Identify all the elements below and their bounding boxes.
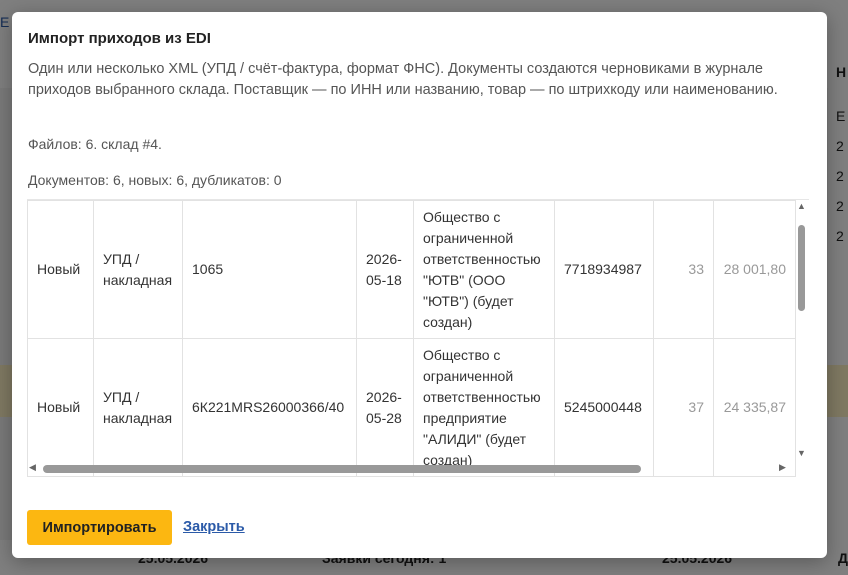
- lines-count-cell: 37: [653, 338, 714, 477]
- scroll-up-arrow-icon[interactable]: ▲: [797, 201, 806, 211]
- vertical-scrollbar[interactable]: ▲ ▼: [794, 199, 809, 462]
- doc-type-cell: УПД / накладная: [93, 200, 183, 339]
- table-row[interactable]: Новый УПД / накладная 1065 2026-05-18 Об…: [27, 200, 796, 339]
- status-cell: Новый: [27, 338, 94, 477]
- status-cell: Новый: [27, 200, 94, 339]
- sum-cell: 24 335,87: [713, 338, 796, 477]
- scroll-down-arrow-icon[interactable]: ▼: [797, 448, 806, 458]
- horizontal-scroll-thumb[interactable]: [43, 465, 641, 473]
- documents-table: Новый УПД / накладная 1065 2026-05-18 Об…: [27, 200, 796, 477]
- import-edi-dialog: Импорт приходов из EDI Один или нескольк…: [12, 12, 827, 558]
- inn-cell: 5245000448: [554, 338, 654, 477]
- lines-count-cell: 33: [653, 200, 714, 339]
- supplier-cell: Общество с ограниченной ответственностью…: [413, 338, 555, 477]
- close-link[interactable]: Закрыть: [183, 519, 245, 535]
- supplier-cell: Общество с ограниченной ответственностью…: [413, 200, 555, 339]
- dialog-description: Один или несколько XML (УПД / счёт-факту…: [28, 61, 778, 98]
- doc-type-cell: УПД / накладная: [93, 338, 183, 477]
- vertical-scroll-thumb[interactable]: [798, 225, 805, 311]
- doc-number-cell: 6К221MRS26000366/40: [182, 338, 357, 477]
- sum-cell: 28 001,80: [713, 200, 796, 339]
- dialog-title: Импорт приходов из EDI: [28, 30, 211, 47]
- doc-date-cell: 2026-05-18: [356, 200, 414, 339]
- inn-cell: 7718934987: [554, 200, 654, 339]
- scroll-left-arrow-icon[interactable]: ◀: [29, 462, 36, 473]
- documents-info: Документов: 6, новых: 6, дубликатов: 0: [28, 172, 282, 188]
- documents-table-container[interactable]: Новый УПД / накладная 1065 2026-05-18 Об…: [27, 199, 809, 478]
- import-button[interactable]: Импортировать: [27, 510, 172, 545]
- doc-number-cell: 1065: [182, 200, 357, 339]
- files-info: Файлов: 6. склад #4.: [28, 136, 162, 152]
- table-row[interactable]: Новый УПД / накладная 6К221MRS26000366/4…: [27, 338, 796, 477]
- scroll-right-arrow-icon[interactable]: ▶: [779, 462, 786, 473]
- doc-date-cell: 2026-05-28: [356, 338, 414, 477]
- horizontal-scrollbar[interactable]: ◀ ▶: [27, 461, 794, 476]
